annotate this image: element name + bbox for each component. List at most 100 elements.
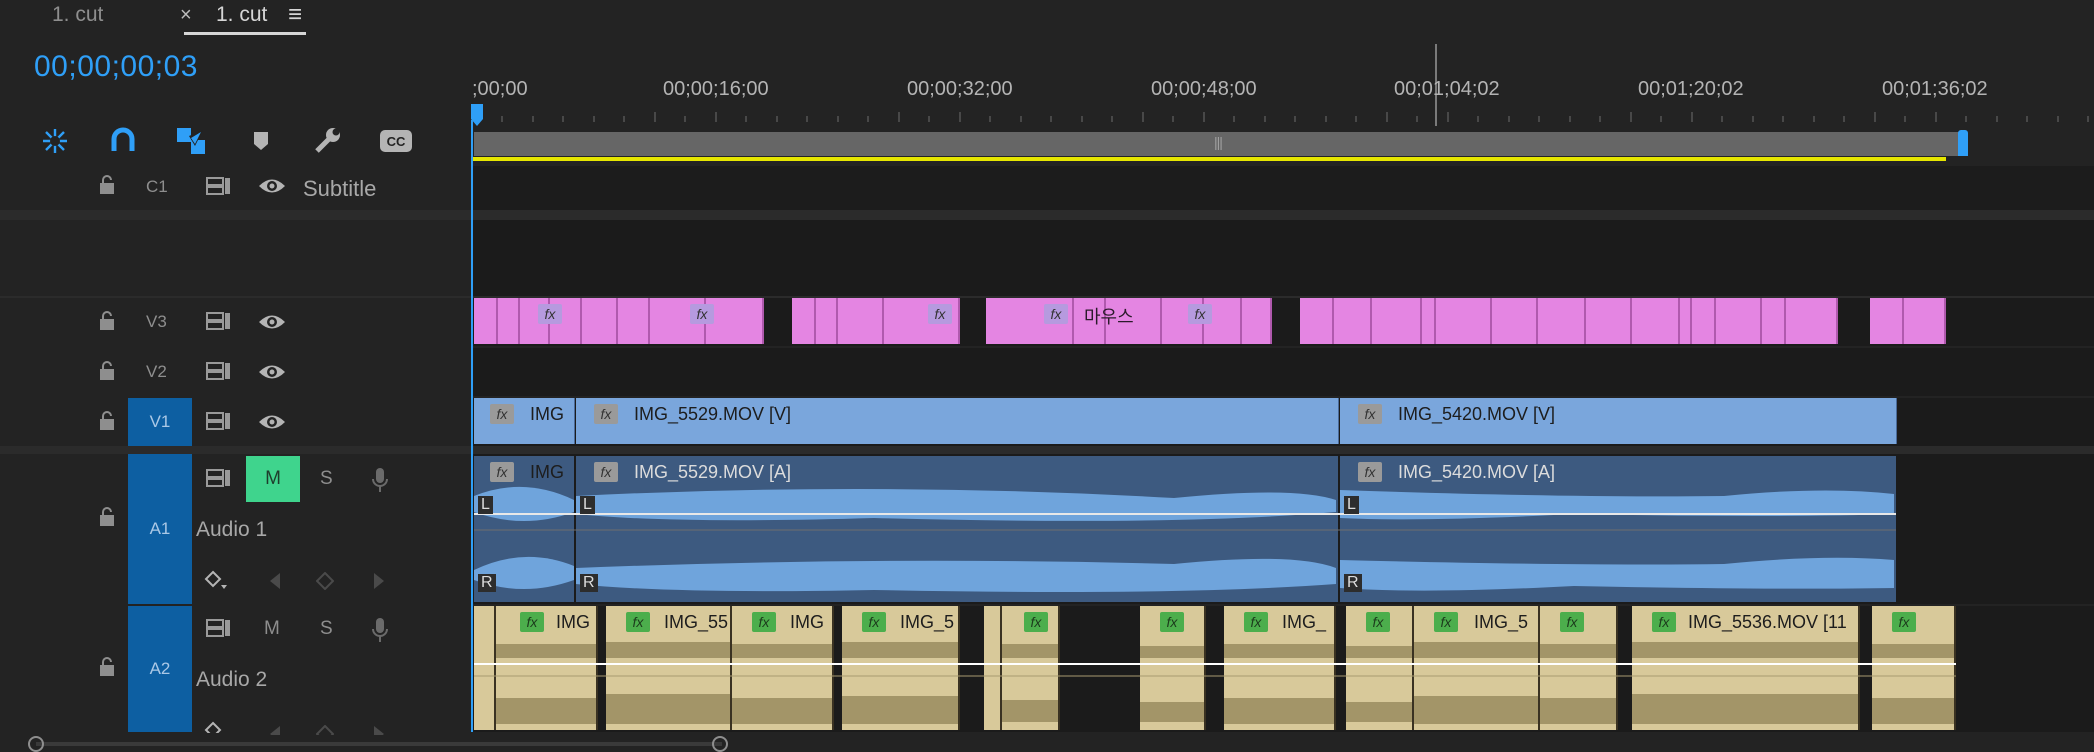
- scrollbar-left-handle[interactable]: [28, 736, 44, 752]
- fx-badge[interactable]: fx: [538, 304, 562, 324]
- graphic-clip[interactable]: [1242, 298, 1272, 344]
- sync-lock-icon[interactable]: [206, 468, 232, 493]
- sync-lock-icon[interactable]: [206, 411, 232, 436]
- lock-icon[interactable]: [98, 310, 116, 337]
- fx-badge[interactable]: fx: [1560, 612, 1584, 632]
- track-id[interactable]: V2: [146, 362, 167, 382]
- fx-badge[interactable]: fx: [862, 612, 886, 632]
- lock-icon[interactable]: [98, 506, 116, 533]
- graphic-clip[interactable]: [1538, 298, 1586, 344]
- graphic-clip[interactable]: [1786, 298, 1838, 344]
- video-clip[interactable]: fx IMG: [474, 398, 575, 444]
- scrollbar-track[interactable]: [36, 742, 722, 746]
- graphic-clip[interactable]: [1492, 298, 1538, 344]
- eye-icon[interactable]: [258, 177, 286, 200]
- fx-badge[interactable]: fx: [1358, 404, 1382, 424]
- fx-badge[interactable]: fx: [1366, 612, 1390, 632]
- mute-button[interactable]: M: [246, 456, 300, 502]
- horizontal-zoom-scrollbar[interactable]: [0, 736, 2094, 752]
- graphic-clip[interactable]: [1762, 298, 1786, 344]
- track-id[interactable]: C1: [146, 177, 168, 197]
- fx-badge[interactable]: fx: [520, 612, 544, 632]
- fx-badge[interactable]: fx: [1358, 462, 1382, 482]
- graphic-clip[interactable]: [1300, 298, 1334, 344]
- lock-icon[interactable]: [98, 174, 116, 201]
- eye-icon[interactable]: [258, 363, 286, 386]
- microphone-icon[interactable]: [370, 466, 390, 499]
- marker-icon[interactable]: [244, 126, 278, 156]
- fx-badge[interactable]: fx: [752, 612, 776, 632]
- fx-badge[interactable]: fx: [1188, 304, 1212, 324]
- video-clip[interactable]: fx IMG_5420.MOV [V]: [1340, 398, 1897, 444]
- graphic-clip[interactable]: [838, 298, 884, 344]
- sync-lock-icon[interactable]: [206, 361, 232, 386]
- graphic-clip[interactable]: [1680, 298, 1692, 344]
- wrench-icon[interactable]: [310, 126, 344, 156]
- mute-button[interactable]: M: [264, 618, 280, 640]
- fx-badge[interactable]: fx: [690, 304, 714, 324]
- scrollbar-right-handle[interactable]: [712, 736, 728, 752]
- lock-icon[interactable]: [98, 360, 116, 387]
- graphic-clip[interactable]: [1586, 298, 1632, 344]
- track-target-v1[interactable]: V1: [128, 398, 192, 446]
- solo-button[interactable]: S: [320, 618, 333, 640]
- fx-badge[interactable]: fx: [928, 304, 952, 324]
- fx-badge[interactable]: fx: [490, 462, 514, 482]
- solo-button[interactable]: S: [320, 468, 333, 490]
- microphone-icon[interactable]: [370, 616, 390, 649]
- fx-badge[interactable]: fx: [594, 404, 618, 424]
- track-target-a1[interactable]: A1: [128, 454, 192, 604]
- close-tab-icon[interactable]: ×: [180, 0, 192, 36]
- sync-lock-icon[interactable]: [206, 176, 232, 201]
- work-area-grip-icon[interactable]: |||: [1214, 134, 1223, 150]
- panel-menu-icon[interactable]: ≡: [288, 0, 302, 36]
- linked-selection-icon[interactable]: [174, 126, 208, 156]
- graphic-clip[interactable]: [1334, 298, 1372, 344]
- video-clip[interactable]: fx IMG_5529.MOV [V]: [576, 398, 1339, 444]
- snap-icon[interactable]: [38, 126, 72, 156]
- lock-icon[interactable]: [98, 410, 116, 437]
- fx-badge[interactable]: fx: [1024, 612, 1048, 632]
- graphic-clip[interactable]: [1372, 298, 1422, 344]
- lane-v2[interactable]: [472, 348, 2094, 396]
- lane-c1[interactable]: [472, 166, 2094, 210]
- keyframe-menu-icon[interactable]: [204, 570, 230, 597]
- graphic-clip[interactable]: [498, 298, 520, 344]
- graphic-clip[interactable]: [582, 298, 618, 344]
- tab-sequence-inactive[interactable]: 1. cut: [52, 0, 103, 36]
- fx-badge[interactable]: fx: [1160, 612, 1184, 632]
- sequence-end-marker[interactable]: [1958, 130, 1968, 156]
- next-keyframe-icon[interactable]: [372, 572, 386, 595]
- eye-icon[interactable]: [258, 413, 286, 436]
- fx-badge[interactable]: fx: [1044, 304, 1068, 324]
- sync-lock-icon[interactable]: [206, 618, 232, 643]
- graphic-clip[interactable]: [1870, 298, 1904, 344]
- fx-badge[interactable]: fx: [626, 612, 650, 632]
- fx-badge[interactable]: fx: [1652, 612, 1676, 632]
- graphic-clip[interactable]: [792, 298, 816, 344]
- playhead-timecode[interactable]: 00;00;00;03: [34, 50, 198, 84]
- graphic-clip[interactable]: [618, 298, 650, 344]
- fx-badge[interactable]: fx: [1434, 612, 1458, 632]
- graphic-clip[interactable]: [474, 298, 498, 344]
- sync-lock-icon[interactable]: [206, 311, 232, 336]
- graphic-clip[interactable]: [1904, 298, 1946, 344]
- eye-icon[interactable]: [258, 313, 286, 336]
- graphic-clip[interactable]: [816, 298, 838, 344]
- graphic-clip[interactable]: [706, 298, 764, 344]
- track-id[interactable]: V3: [146, 312, 167, 332]
- graphic-clip[interactable]: [1436, 298, 1492, 344]
- graphic-clip[interactable]: [1692, 298, 1716, 344]
- graphic-clip[interactable]: [1716, 298, 1762, 344]
- add-keyframe-icon[interactable]: [315, 571, 335, 595]
- fx-badge[interactable]: fx: [490, 404, 514, 424]
- fx-badge[interactable]: fx: [1244, 612, 1268, 632]
- previous-keyframe-icon[interactable]: [268, 572, 282, 595]
- work-area-bar[interactable]: |||: [474, 132, 1962, 156]
- fx-badge[interactable]: fx: [594, 462, 618, 482]
- lock-icon[interactable]: [98, 656, 116, 683]
- graphic-clip[interactable]: [1422, 298, 1436, 344]
- magnet-icon[interactable]: [106, 126, 140, 156]
- graphic-clip[interactable]: [1632, 298, 1680, 344]
- cc-icon[interactable]: CC: [378, 126, 414, 156]
